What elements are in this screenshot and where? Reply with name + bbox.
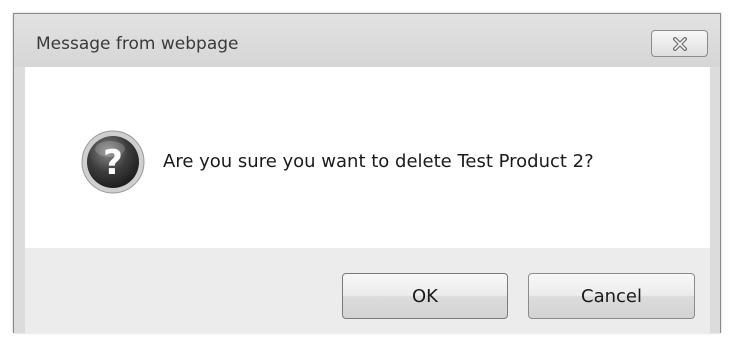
confirm-dialog: Message from webpage ? Are you sure you … xyxy=(13,13,721,334)
dialog-content: ? Are you sure you want to delete Test P… xyxy=(25,67,710,248)
dialog-titlebar: Message from webpage xyxy=(14,14,720,67)
ok-button[interactable]: OK xyxy=(342,273,508,319)
close-icon xyxy=(672,36,687,51)
cancel-button[interactable]: Cancel xyxy=(528,273,695,319)
svg-text:?: ? xyxy=(103,143,123,183)
question-mark-icon: ? xyxy=(81,130,145,194)
dialog-button-bar: OK Cancel xyxy=(25,248,710,334)
dialog-message: Are you sure you want to delete Test Pro… xyxy=(163,151,594,172)
dialog-title: Message from webpage xyxy=(36,34,239,54)
close-button[interactable] xyxy=(651,30,708,57)
